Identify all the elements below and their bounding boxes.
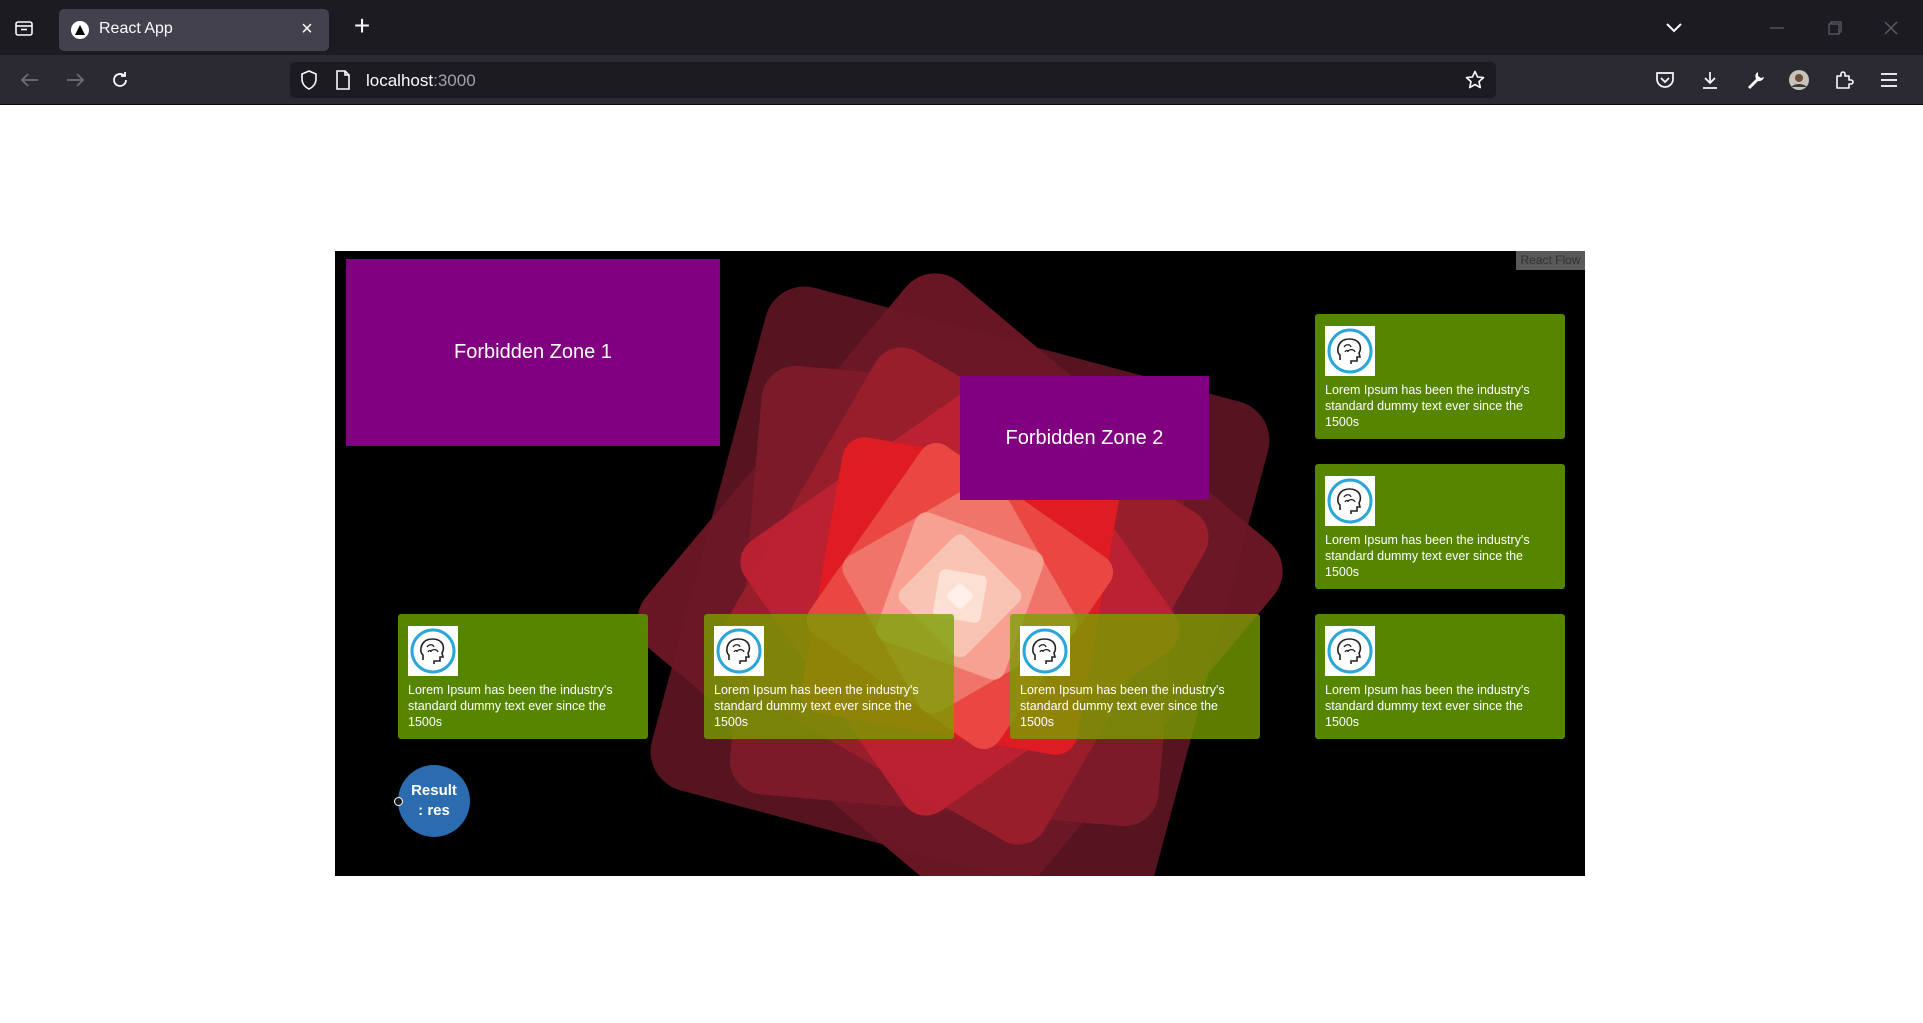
reload-icon[interactable] — [107, 67, 133, 93]
info-card[interactable]: Lorem Ipsum has been the industry's stan… — [1315, 614, 1565, 739]
downloads-icon[interactable] — [1697, 67, 1723, 93]
close-window-icon[interactable] — [1877, 14, 1905, 42]
brain-head-icon — [408, 626, 458, 676]
navigation-toolbar: localhost:3000 — [0, 55, 1923, 105]
brain-head-icon — [1020, 626, 1070, 676]
minimize-icon[interactable] — [1763, 14, 1791, 42]
card-text: Lorem Ipsum has been the industry's stan… — [1325, 383, 1530, 429]
card-text: Lorem Ipsum has been the industry's stan… — [1325, 533, 1530, 579]
tab-list-icon[interactable] — [12, 16, 36, 40]
result-node-handle[interactable] — [394, 797, 403, 806]
card-text: Lorem Ipsum has been the industry's stan… — [714, 683, 919, 729]
tab-close-icon[interactable]: × — [297, 19, 317, 39]
card-text: Lorem Ipsum has been the industry's stan… — [408, 683, 613, 729]
brain-head-icon — [714, 626, 764, 676]
restore-icon[interactable] — [1821, 14, 1849, 42]
back-icon[interactable] — [17, 67, 43, 93]
forward-icon[interactable] — [62, 67, 88, 93]
card-text: Lorem Ipsum has been the industry's stan… — [1020, 683, 1225, 729]
info-card[interactable]: Lorem Ipsum has been the industry's stan… — [1010, 614, 1260, 739]
card-text: Lorem Ipsum has been the industry's stan… — [1325, 683, 1530, 729]
info-card[interactable]: Lorem Ipsum has been the industry's stan… — [398, 614, 648, 739]
forbidden-zone-2[interactable]: Forbidden Zone 2 — [960, 376, 1209, 500]
shield-icon[interactable] — [296, 67, 322, 93]
result-node[interactable]: Result : res — [398, 765, 470, 837]
account-avatar-icon[interactable] — [1786, 67, 1812, 93]
brain-head-icon — [1325, 476, 1375, 526]
new-tab-icon[interactable]: + — [348, 12, 376, 41]
react-flow-attribution[interactable]: React Flow — [1516, 251, 1585, 270]
list-all-tabs-icon[interactable] — [1660, 14, 1688, 42]
tab-bar: React App × + — [0, 0, 1923, 55]
brain-head-icon — [1325, 626, 1375, 676]
page-icon[interactable] — [330, 67, 356, 93]
info-card[interactable]: Lorem Ipsum has been the industry's stan… — [1315, 314, 1565, 439]
url-bar[interactable]: localhost:3000 — [290, 62, 1496, 98]
forbidden-zone-1[interactable]: Forbidden Zone 1 — [346, 259, 720, 446]
tab-react-app[interactable]: React App × — [59, 9, 329, 51]
bookmark-star-icon[interactable] — [1462, 67, 1488, 93]
extensions-icon[interactable] — [1831, 67, 1857, 93]
pocket-icon[interactable] — [1652, 67, 1678, 93]
info-card[interactable]: Lorem Ipsum has been the industry's stan… — [704, 614, 954, 739]
info-card[interactable]: Lorem Ipsum has been the industry's stan… — [1315, 464, 1565, 589]
tab-title: React App — [99, 20, 173, 37]
brain-head-icon — [1325, 326, 1375, 376]
hamburger-menu-icon[interactable] — [1876, 67, 1902, 93]
result-node-label: Result : res — [411, 782, 457, 819]
wrench-icon[interactable] — [1742, 67, 1768, 93]
react-favicon-icon — [71, 21, 89, 39]
react-flow-canvas[interactable]: React Flow Forbidden Zone 1 Forbidden Zo… — [335, 251, 1585, 876]
url-text[interactable]: localhost:3000 — [366, 71, 476, 91]
